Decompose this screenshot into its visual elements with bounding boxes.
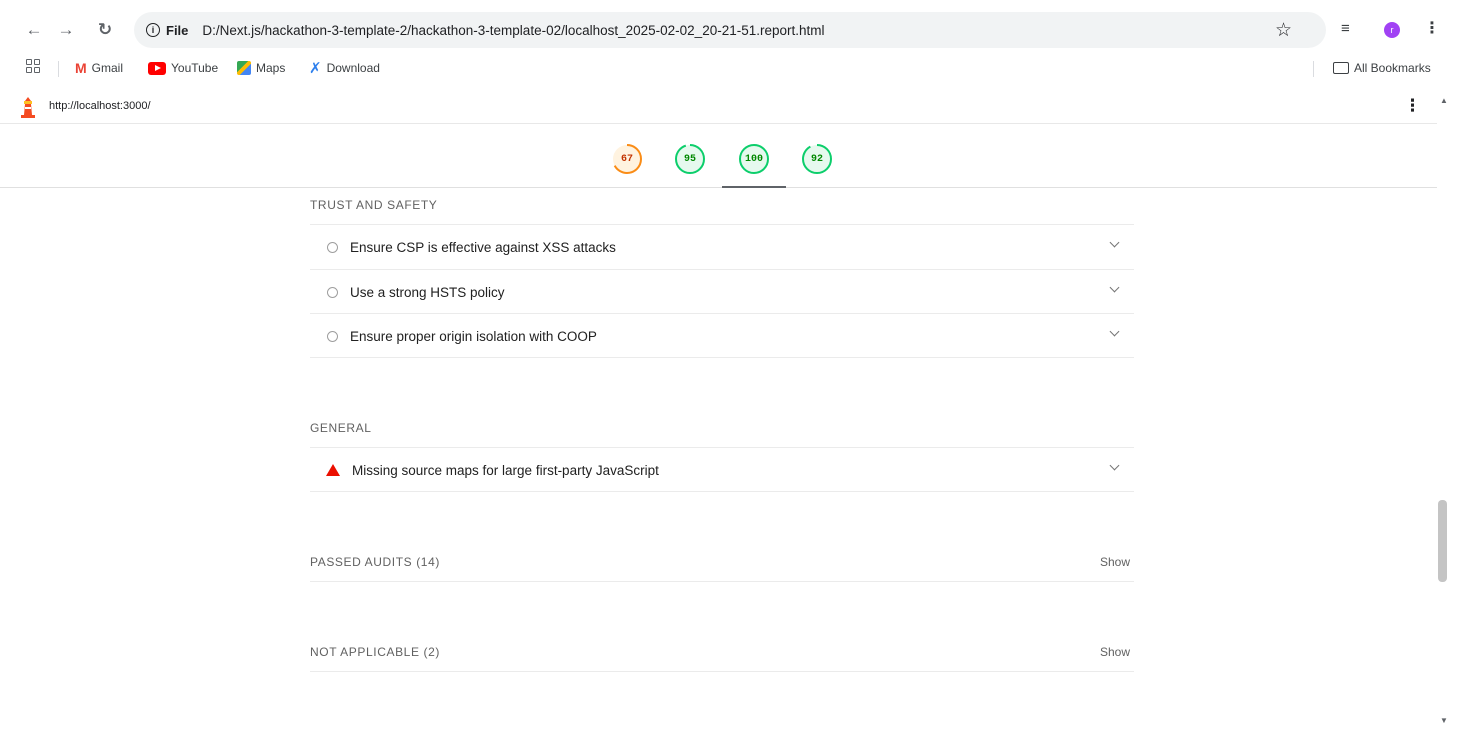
divider — [310, 581, 1134, 582]
scrollbar[interactable] — [1437, 90, 1457, 729]
audit-row[interactable]: Ensure proper origin isolation with COOP — [310, 314, 1134, 358]
audit-row[interactable]: Ensure CSP is effective against XSS atta… — [310, 225, 1134, 269]
divider — [310, 671, 1134, 672]
active-category-indicator — [722, 186, 786, 188]
divider — [310, 491, 1134, 492]
score-gauge-performance[interactable]: 67 — [611, 143, 643, 175]
informative-circle-icon — [327, 286, 338, 298]
section-title-not-applicable[interactable]: NOT APPLICABLE (2) — [310, 645, 440, 659]
score-gauges — [612, 144, 832, 174]
audit-title: Use a strong HSTS policy — [350, 284, 505, 300]
fail-triangle-icon — [326, 464, 340, 476]
chevron-down-icon[interactable] — [1109, 282, 1120, 293]
chevron-down-icon[interactable] — [1109, 326, 1120, 337]
chevron-down-icon[interactable] — [1109, 460, 1120, 471]
scroll-up-icon[interactable]: ▲ — [1440, 96, 1448, 105]
informative-circle-icon — [327, 330, 338, 342]
scrollbar-thumb[interactable] — [1438, 500, 1447, 582]
section-title-trust-and-safety: TRUST AND SAFETY — [310, 198, 438, 212]
audit-title: Missing source maps for large first-part… — [352, 462, 659, 478]
show-not-applicable-button[interactable]: Show — [1100, 645, 1130, 659]
chevron-down-icon[interactable] — [1109, 237, 1120, 248]
score-gauge-best-practices[interactable]: 100 — [738, 143, 770, 175]
score-gauge-seo[interactable]: 92 — [801, 143, 833, 175]
divider — [310, 357, 1134, 358]
section-title-passed-audits[interactable]: PASSED AUDITS (14) — [310, 555, 440, 569]
audit-row[interactable]: Missing source maps for large first-part… — [310, 448, 1134, 492]
scroll-down-icon[interactable]: ▼ — [1440, 716, 1448, 725]
audit-title: Ensure proper origin isolation with COOP — [350, 328, 597, 344]
score-gauge-accessibility[interactable]: 95 — [674, 143, 706, 175]
section-title-general: GENERAL — [310, 421, 372, 435]
audit-title: Ensure CSP is effective against XSS atta… — [350, 239, 616, 255]
informative-circle-icon — [327, 241, 338, 253]
show-passed-audits-button[interactable]: Show — [1100, 555, 1130, 569]
audit-row[interactable]: Use a strong HSTS policy — [310, 270, 1134, 314]
